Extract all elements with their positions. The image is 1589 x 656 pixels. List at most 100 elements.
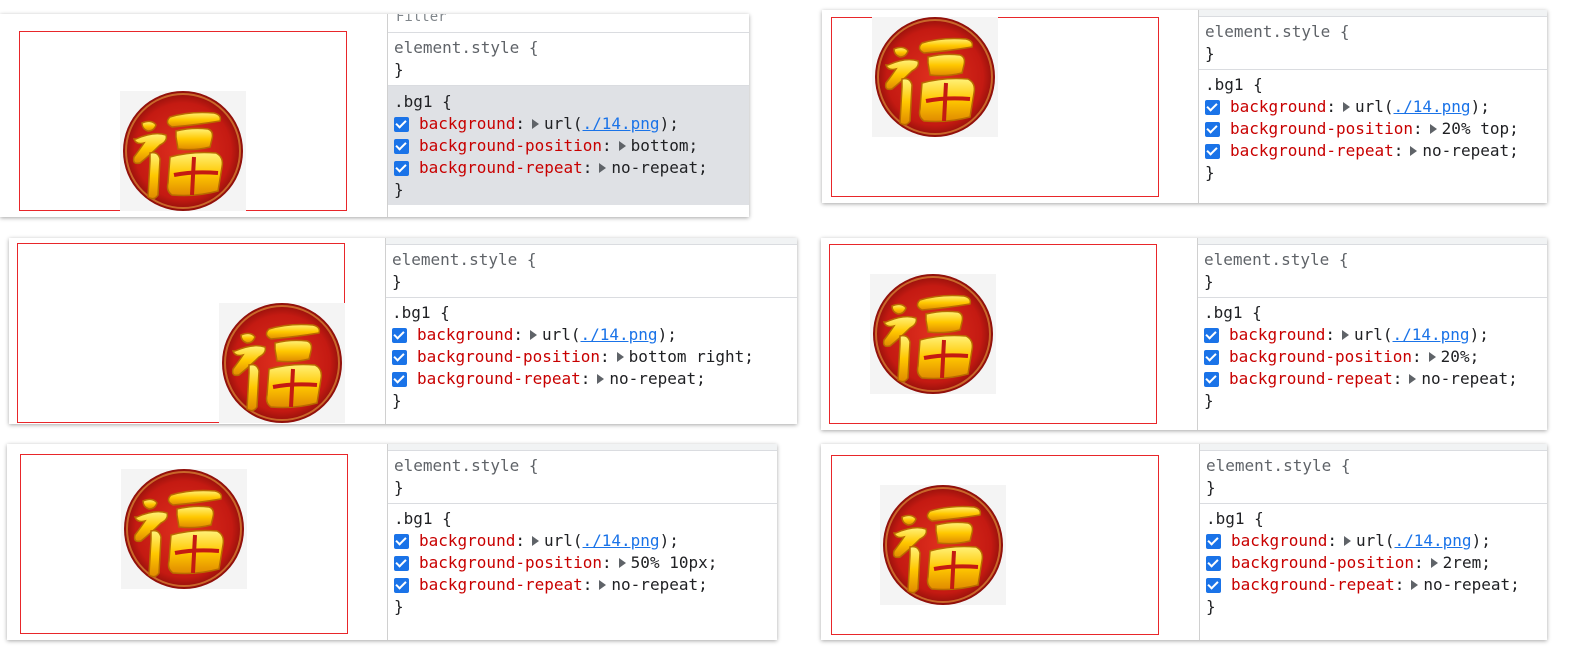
property-name[interactable]: background-repeat bbox=[417, 368, 581, 390]
expand-triangle-icon[interactable] bbox=[529, 330, 537, 340]
url-link[interactable]: ./14.png bbox=[1394, 96, 1471, 118]
property-name[interactable]: background-position bbox=[419, 552, 602, 574]
checkbox-icon[interactable] bbox=[1205, 99, 1220, 115]
checkbox-icon[interactable] bbox=[394, 555, 409, 571]
checkbox-icon[interactable] bbox=[392, 349, 407, 365]
property-name[interactable]: background-position bbox=[1230, 118, 1413, 140]
property-name[interactable]: background-position bbox=[417, 346, 600, 368]
property-name[interactable]: background-position bbox=[419, 135, 602, 157]
property-value[interactable]: no-repeat; bbox=[1423, 574, 1519, 596]
colon: : bbox=[1413, 119, 1423, 138]
property-value[interactable]: no-repeat; bbox=[611, 157, 707, 179]
bg1-rule: .bg1 { background: url(./14.png); backgr… bbox=[388, 85, 749, 205]
property-value[interactable]: 2rem; bbox=[1443, 552, 1491, 574]
url-link[interactable]: ./14.png bbox=[583, 530, 660, 552]
preview-area bbox=[7, 444, 387, 640]
property-name[interactable]: background-position bbox=[1229, 346, 1412, 368]
checkbox-icon[interactable] bbox=[392, 371, 407, 387]
url-link[interactable]: ./14.png bbox=[1395, 530, 1472, 552]
expand-triangle-icon[interactable] bbox=[599, 163, 607, 173]
url-open: url( bbox=[1354, 97, 1394, 116]
checkbox-icon[interactable] bbox=[1204, 327, 1219, 343]
property-name[interactable]: background-repeat bbox=[1229, 368, 1393, 390]
expand-triangle-icon[interactable] bbox=[1341, 330, 1349, 340]
checkbox-icon[interactable] bbox=[1206, 533, 1221, 549]
property-name[interactable]: background bbox=[1230, 96, 1326, 118]
property-name[interactable]: background-repeat bbox=[1231, 574, 1395, 596]
filter-input[interactable]: Filter bbox=[388, 14, 749, 33]
checkbox-icon[interactable] bbox=[394, 160, 409, 176]
fu-image bbox=[219, 303, 345, 423]
property-value[interactable]: 20% top; bbox=[1442, 118, 1519, 140]
property-name[interactable]: background bbox=[1231, 530, 1327, 552]
expand-triangle-icon[interactable] bbox=[618, 558, 626, 568]
element-style-selector: element.style { bbox=[392, 250, 537, 269]
property-name[interactable]: background bbox=[419, 113, 515, 135]
declaration-background: background: url(./14.png); bbox=[392, 324, 791, 346]
colon: : bbox=[1393, 141, 1404, 160]
bg1-rule: .bg1 { background: url(./14.png); backgr… bbox=[386, 297, 797, 416]
styles-pane: Filter element.style { } .bg1 { backgrou… bbox=[387, 14, 749, 217]
declaration-repeat: background-repeat: no-repeat; bbox=[1204, 368, 1541, 390]
property-value[interactable]: bottom right; bbox=[629, 346, 754, 368]
styles-pane: element.style { } .bg1 { background: url… bbox=[1198, 10, 1547, 203]
expand-triangle-icon[interactable] bbox=[531, 536, 539, 546]
close-brace: } bbox=[394, 60, 404, 79]
colon: : bbox=[513, 325, 523, 344]
declaration-position: background-position: bottom; bbox=[394, 135, 743, 157]
property-name[interactable]: background bbox=[1229, 324, 1325, 346]
url-link[interactable]: ./14.png bbox=[1393, 324, 1470, 346]
checkbox-icon[interactable] bbox=[1204, 371, 1219, 387]
checkbox-icon[interactable] bbox=[394, 116, 409, 132]
checkbox-icon[interactable] bbox=[394, 533, 409, 549]
expand-triangle-icon[interactable] bbox=[1409, 374, 1417, 384]
expand-triangle-icon[interactable] bbox=[1343, 536, 1351, 546]
url-close: ); bbox=[657, 325, 677, 344]
expand-triangle-icon[interactable] bbox=[1429, 124, 1437, 134]
fu-image bbox=[872, 17, 998, 137]
checkbox-icon[interactable] bbox=[1205, 143, 1220, 159]
expand-triangle-icon[interactable] bbox=[599, 580, 607, 590]
property-name[interactable]: background-repeat bbox=[1230, 140, 1394, 162]
declaration-background: background: url(./14.png); bbox=[394, 113, 743, 135]
property-value[interactable]: no-repeat; bbox=[611, 574, 707, 596]
property-name[interactable]: background-position bbox=[1231, 552, 1414, 574]
expand-triangle-icon[interactable] bbox=[1411, 580, 1419, 590]
declaration-background: background: url(./14.png); bbox=[394, 530, 771, 552]
rule-selector: .bg1 { bbox=[1205, 75, 1263, 94]
property-value[interactable]: no-repeat; bbox=[1422, 140, 1518, 162]
property-value[interactable]: no-repeat; bbox=[1421, 368, 1517, 390]
expand-triangle-icon[interactable] bbox=[616, 352, 624, 362]
checkbox-icon[interactable] bbox=[1204, 349, 1219, 365]
expand-triangle-icon[interactable] bbox=[531, 119, 539, 129]
checkbox-icon[interactable] bbox=[1206, 555, 1221, 571]
property-value[interactable]: bottom; bbox=[631, 135, 698, 157]
property-name[interactable]: background-repeat bbox=[419, 574, 583, 596]
property-value[interactable]: 50% 10px; bbox=[631, 552, 718, 574]
url-open: url( bbox=[1353, 325, 1393, 344]
checkbox-icon[interactable] bbox=[394, 138, 409, 154]
styles-pane: element.style { } .bg1 { background: url… bbox=[385, 238, 797, 424]
colon: : bbox=[1392, 369, 1403, 388]
url-link[interactable]: ./14.png bbox=[581, 324, 658, 346]
checkbox-icon[interactable] bbox=[394, 577, 409, 593]
expand-triangle-icon[interactable] bbox=[1428, 352, 1436, 362]
expand-triangle-icon[interactable] bbox=[597, 374, 605, 384]
property-name[interactable]: background-repeat bbox=[419, 157, 583, 179]
checkbox-icon[interactable] bbox=[392, 327, 407, 343]
property-name[interactable]: background bbox=[419, 530, 515, 552]
toolbar-strip bbox=[1200, 444, 1547, 451]
url-close: ); bbox=[659, 114, 679, 133]
property-value[interactable]: no-repeat; bbox=[609, 368, 705, 390]
property-value[interactable]: 20%; bbox=[1441, 346, 1480, 368]
property-name[interactable]: background bbox=[417, 324, 513, 346]
checkbox-icon[interactable] bbox=[1206, 577, 1221, 593]
expand-triangle-icon[interactable] bbox=[1430, 558, 1438, 568]
close-brace: } bbox=[1205, 44, 1215, 63]
expand-triangle-icon[interactable] bbox=[1342, 102, 1350, 112]
checkbox-icon[interactable] bbox=[1205, 121, 1220, 137]
url-link[interactable]: ./14.png bbox=[583, 113, 660, 135]
expand-triangle-icon[interactable] bbox=[618, 141, 626, 151]
expand-triangle-icon[interactable] bbox=[1410, 146, 1418, 156]
bg1-rule: .bg1 { background: url(./14.png); backgr… bbox=[1198, 297, 1547, 416]
